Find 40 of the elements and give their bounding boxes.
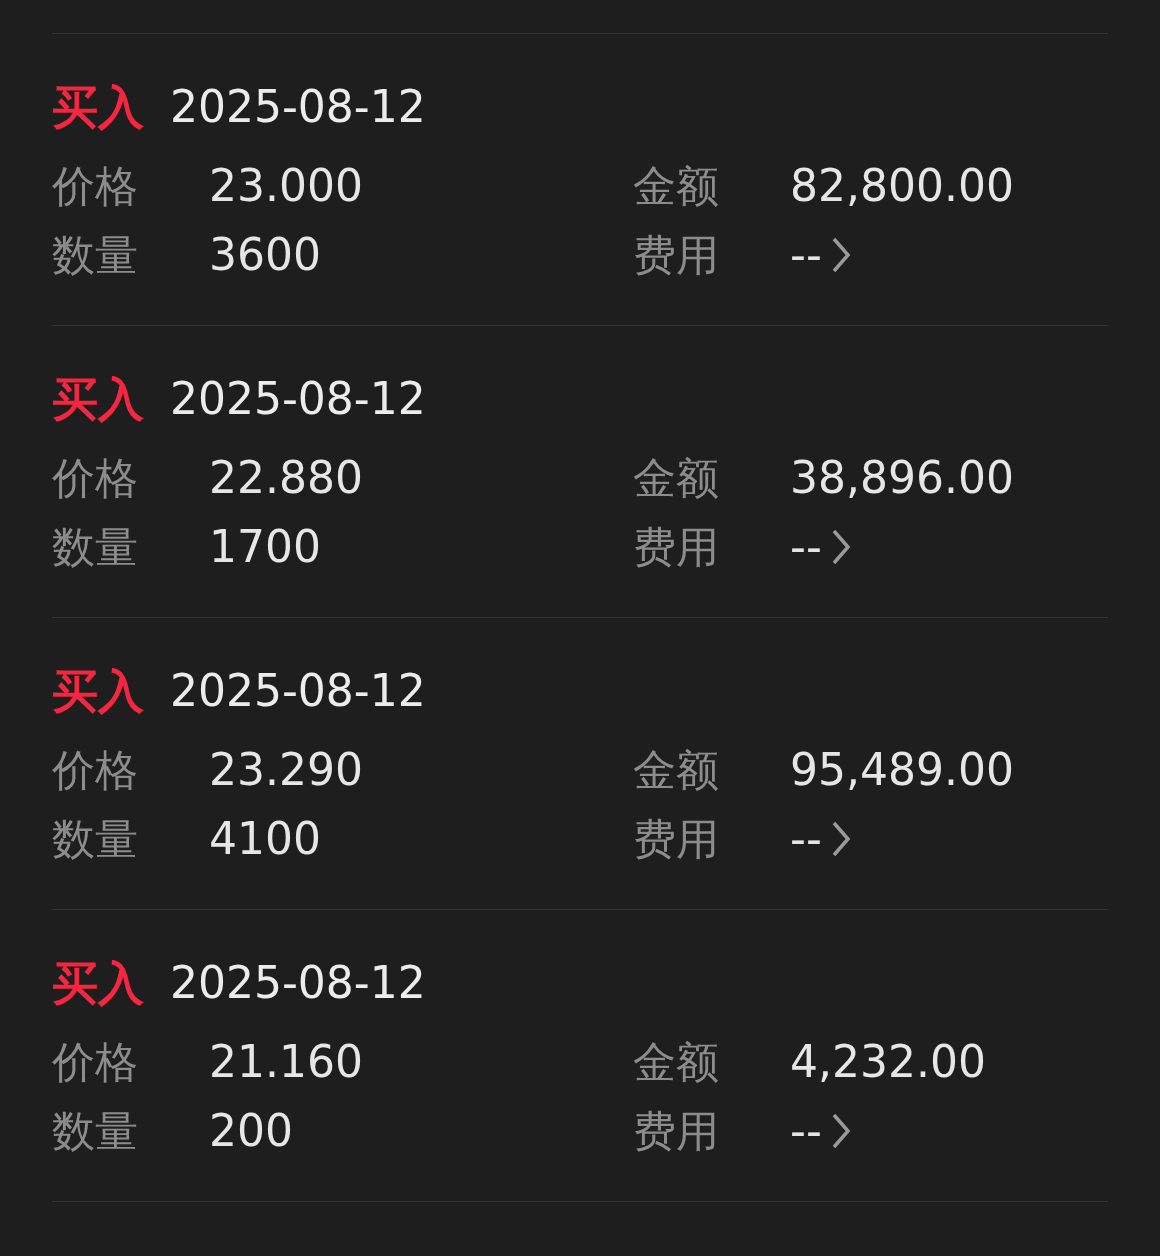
trade-type: 买入 [52,957,144,1009]
field-value: 23.290 [209,744,363,796]
field-value: 3600 [209,229,321,281]
field-value: 95,489.00 [790,744,1014,796]
field-label: 费用 [633,813,720,865]
trade-date: 2025-08-12 [170,81,426,133]
field-value: 1700 [209,521,321,573]
trade-type: 买入 [52,665,144,717]
field-label: 金额 [633,452,720,504]
field-label: 金额 [633,744,720,796]
field-label: 金额 [633,160,720,212]
field-value: 4100 [209,813,321,865]
field-label: 价格 [52,160,139,212]
field-value: 82,800.00 [790,160,1014,212]
field-value: 23.000 [209,160,363,212]
trade-date: 2025-08-12 [170,957,426,1009]
field-label: 数量 [52,229,139,281]
trade-type: 买入 [52,81,144,133]
field-value: 4,232.00 [790,1036,986,1088]
field-label: 数量 [52,521,139,573]
fee-link[interactable]: -- [790,1105,852,1157]
field-value: 200 [209,1105,293,1157]
field-label: 数量 [52,813,139,865]
field-label: 价格 [52,452,139,504]
field-label: 费用 [633,229,720,281]
trade-date: 2025-08-12 [170,373,426,425]
trade-type: 买入 [52,373,144,425]
field-label: 费用 [633,521,720,573]
fee-link[interactable]: -- [790,229,852,281]
field-label: 价格 [52,1036,139,1088]
fee-link[interactable]: -- [790,521,852,573]
field-value: 38,896.00 [790,452,1014,504]
field-label: 价格 [52,744,139,796]
field-label: 费用 [633,1105,720,1157]
field-label: 金额 [633,1036,720,1088]
trade-date: 2025-08-12 [170,665,426,717]
fee-link[interactable]: -- [790,813,852,865]
field-value: 22.880 [209,452,363,504]
field-label: 数量 [52,1105,139,1157]
field-value: 21.160 [209,1036,363,1088]
